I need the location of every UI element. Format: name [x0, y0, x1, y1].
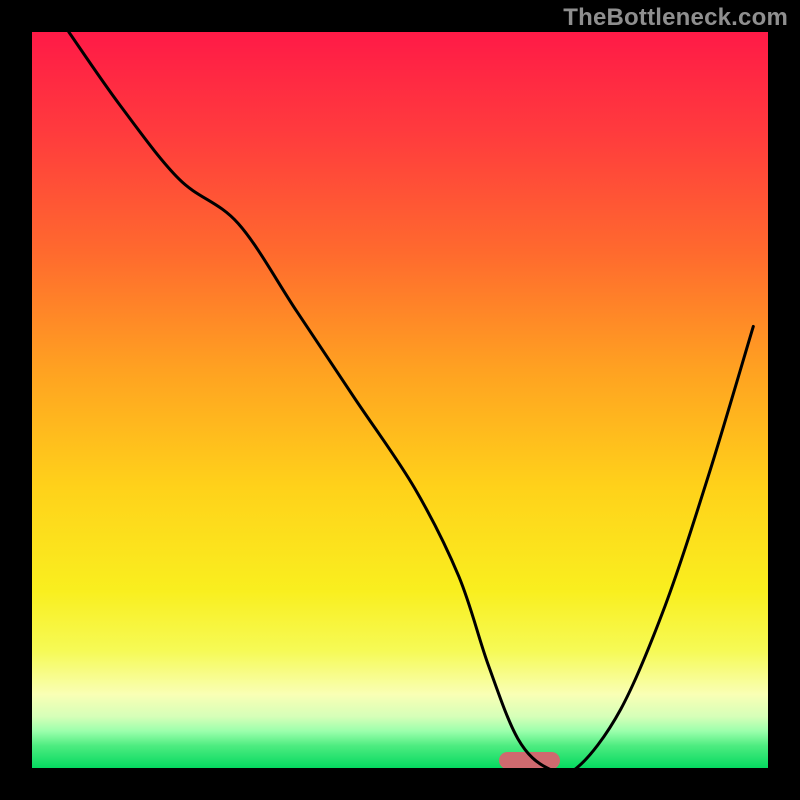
- watermark-text: TheBottleneck.com: [563, 4, 788, 32]
- chart-frame: TheBottleneck.com: [0, 0, 800, 800]
- plot-area: [32, 32, 768, 768]
- bottleneck-curve: [32, 32, 768, 768]
